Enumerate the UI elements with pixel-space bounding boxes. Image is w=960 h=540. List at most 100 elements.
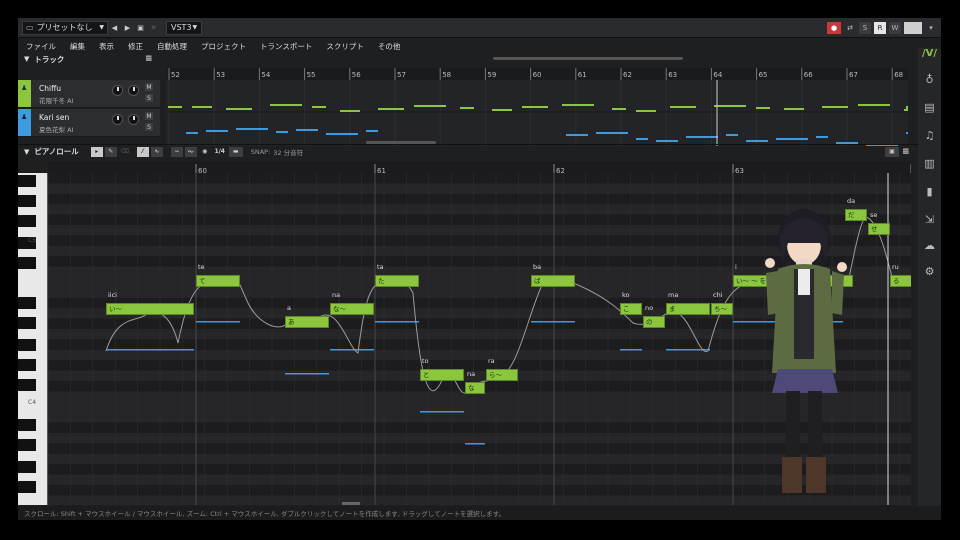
- mini-note-green: [492, 109, 512, 111]
- piano-black-key[interactable]: [18, 461, 36, 473]
- solo-global-button[interactable]: S: [859, 21, 871, 34]
- clapper-icon[interactable]: ▤: [922, 100, 937, 115]
- note-block[interactable]: い～: [106, 303, 194, 315]
- h-scrollbar: [342, 502, 360, 505]
- library-icon[interactable]: ▥: [922, 156, 937, 171]
- line-tool-button[interactable]: ∼: [170, 146, 183, 157]
- track-timeline[interactable]: 52 53 54 55 56 57 58 59 60 61 62 63 64 65 66 67 68: [166, 68, 908, 146]
- menu-edit[interactable]: 編集: [70, 41, 85, 52]
- music-note-icon[interactable]: ♫: [922, 128, 937, 143]
- volume-knob[interactable]: [112, 85, 123, 96]
- menu-file[interactable]: ファイル: [26, 41, 56, 52]
- snap-value[interactable]: 32 分音符: [273, 147, 303, 157]
- reference-note-blue: [330, 349, 374, 351]
- chevron-down-icon: ▼: [192, 24, 198, 31]
- piano-black-key[interactable]: [18, 439, 36, 451]
- piano-black-key[interactable]: [18, 359, 36, 371]
- ruler-label: 55: [307, 71, 316, 79]
- note-block[interactable]: ば: [531, 275, 575, 287]
- pitch-curve-button[interactable]: ∿: [150, 146, 163, 157]
- note-lyric: ru: [892, 263, 899, 271]
- eye-icon[interactable]: ◉: [199, 147, 211, 157]
- note-block[interactable]: な: [465, 382, 485, 394]
- track-name[interactable]: Kari sen: [39, 113, 69, 122]
- menu-auto[interactable]: 自動処理: [157, 41, 187, 52]
- image-toggle-button[interactable]: ▬: [228, 146, 243, 157]
- pan-knob[interactable]: [128, 85, 139, 96]
- reference-note-blue: [196, 321, 240, 323]
- note-block[interactable]: あ: [285, 316, 329, 328]
- piano-keyboard[interactable]: C5 C4: [18, 173, 48, 505]
- note-block[interactable]: ら～: [486, 369, 518, 381]
- sync-icon[interactable]: ⇄: [844, 22, 856, 34]
- chevron-down-icon[interactable]: ▼: [24, 55, 29, 63]
- note-block[interactable]: る: [890, 275, 911, 287]
- mute-button[interactable]: M: [145, 112, 153, 120]
- export-icon[interactable]: ⇲: [922, 212, 937, 227]
- solo-button[interactable]: S: [145, 123, 153, 131]
- note-block[interactable]: こ: [620, 303, 642, 315]
- piano-black-key[interactable]: [18, 215, 36, 227]
- note-block[interactable]: て: [196, 275, 240, 287]
- view-mode-button[interactable]: ▣: [885, 146, 899, 157]
- tracks-header: ▼ トラック ≡: [18, 53, 918, 65]
- note-block[interactable]: の: [643, 316, 665, 328]
- tempo-button[interactable]: 1/4: [213, 147, 227, 157]
- note-block[interactable]: せ: [868, 223, 890, 235]
- eraser-tool-button[interactable]: ⌫: [119, 147, 131, 157]
- note-block[interactable]: と: [420, 369, 464, 381]
- menu-script[interactable]: スクリプト: [326, 41, 364, 52]
- note-edit-button[interactable]: ⁄: [136, 146, 149, 157]
- play-cursor-button[interactable]: ▸: [90, 146, 103, 157]
- cloud-icon[interactable]: ☁: [922, 238, 937, 253]
- microphone-icon[interactable]: ♁: [922, 72, 937, 87]
- piano-black-key[interactable]: [18, 195, 36, 207]
- document-icon[interactable]: ▮: [922, 184, 937, 199]
- solo-button[interactable]: S: [145, 94, 153, 102]
- menu-transport[interactable]: トランスポート: [260, 41, 312, 52]
- keyboard-icon[interactable]: [904, 21, 922, 34]
- track-scrollbar[interactable]: [493, 57, 683, 60]
- record-icon[interactable]: ●: [827, 21, 841, 34]
- menu-modify[interactable]: 修正: [128, 41, 143, 52]
- pan-knob[interactable]: [128, 114, 139, 125]
- track-karisen[interactable]: ♟ Kari sen 夏色花梨 AI M S: [18, 109, 160, 137]
- note-block[interactable]: た: [375, 275, 419, 287]
- piano-black-key[interactable]: [18, 317, 36, 329]
- note-block[interactable]: ち～: [711, 303, 733, 315]
- menu-icon[interactable]: ≡: [145, 54, 153, 64]
- volume-knob[interactable]: [112, 114, 123, 125]
- prev-preset-icon[interactable]: ◀: [108, 21, 121, 35]
- menu-icon[interactable]: ≡: [902, 147, 910, 157]
- menu-view[interactable]: 表示: [99, 41, 114, 52]
- note-block[interactable]: ま: [666, 303, 710, 315]
- collapse-icon[interactable]: ▾: [925, 22, 937, 34]
- read-button[interactable]: R: [874, 21, 886, 34]
- piano-black-key[interactable]: [18, 481, 36, 493]
- write-button[interactable]: W: [889, 21, 901, 34]
- mute-button[interactable]: M: [145, 83, 153, 91]
- plugin-format-selector[interactable]: VST3 ▼: [166, 20, 203, 35]
- piano-black-key[interactable]: [18, 419, 36, 431]
- note-block[interactable]: な～: [330, 303, 374, 315]
- menu-project[interactable]: プロジェクト: [201, 41, 246, 52]
- delete-preset-icon[interactable]: ✕: [147, 21, 160, 35]
- pianoroll-ruler[interactable]: 6061626364: [48, 161, 922, 176]
- track-chiffu[interactable]: ♟ Chiffu 花隈千冬 AI M S: [18, 80, 160, 108]
- chevron-down-icon[interactable]: ▼: [24, 148, 29, 156]
- preset-selector[interactable]: ▭ プリセットなし ▼: [22, 20, 108, 35]
- piano-black-key[interactable]: [18, 379, 36, 391]
- piano-label-c4: C4: [28, 399, 37, 406]
- track-name[interactable]: Chiffu: [39, 84, 61, 93]
- pencil-tool-button[interactable]: ✎: [104, 146, 117, 157]
- vibrato-button[interactable]: 〜: [184, 146, 197, 157]
- piano-black-key[interactable]: [18, 297, 36, 309]
- gear-icon[interactable]: ⚙: [922, 264, 937, 279]
- save-preset-icon[interactable]: ▣: [134, 21, 147, 35]
- next-preset-icon[interactable]: ▶: [121, 21, 134, 35]
- person-icon: ♟: [21, 113, 28, 121]
- piano-black-key[interactable]: [18, 339, 36, 351]
- piano-black-key[interactable]: [18, 257, 36, 269]
- piano-black-key[interactable]: [18, 175, 36, 187]
- menu-other[interactable]: その他: [378, 41, 401, 52]
